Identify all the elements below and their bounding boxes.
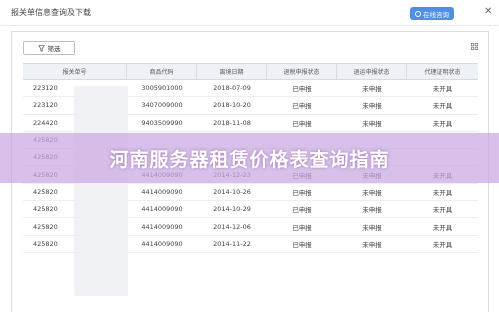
col-header-return-status[interactable]: 退运申报状态 [337, 64, 407, 79]
tax-refund-status-cell: 已申报 [292, 85, 312, 94]
commodity-code-cell: 4414009090 [141, 205, 183, 214]
banner-text: 河南服务器租赁价格表查询指南 [109, 148, 390, 171]
commodity-code-cell: 9403509990 [141, 118, 183, 127]
window-title: 报关单信息查询及下载 [11, 8, 91, 17]
commodity-code-cell: 4414009090 [141, 239, 183, 248]
tax-refund-status-cell: 已申报 [292, 188, 312, 197]
tax-refund-status-cell: 已申报 [292, 119, 312, 128]
return-status-cell: 未申报 [362, 206, 382, 215]
watermark-banner: 河南服务器租赁价格表查询指南 [0, 133, 499, 183]
title-bar: 报关单信息查询及下载 在线咨询 ✕ [0, 0, 499, 26]
departure-date-cell: 2018-10-20 [213, 101, 251, 110]
agency-cert-status-cell: 未开具 [432, 119, 453, 128]
filter-icon [37, 44, 45, 52]
agency-cert-status-cell: 未开具 [432, 223, 453, 232]
departure-date-cell: 2018-11-08 [213, 118, 251, 127]
col-header-tax-refund-status[interactable]: 退税申报状态 [267, 64, 337, 79]
commodity-code-cell: 3407009000 [141, 101, 183, 110]
agency-cert-status-cell: 未开具 [432, 188, 453, 197]
departure-date-cell: 2014-11-22 [213, 239, 251, 248]
return-status-cell: 未申报 [362, 240, 382, 249]
commodity-code-cell: 4414009090 [141, 187, 183, 196]
table-header: 报关单号 商品代码 离境日期 退税申报状态 退运申报状态 代理证明状态 [23, 63, 478, 80]
tax-refund-status-cell: 已申报 [292, 102, 312, 111]
online-consult-label: 在线咨询 [423, 10, 449, 19]
col-header-commodity-code[interactable]: 商品代码 [127, 64, 197, 79]
tax-refund-status-cell: 已申报 [292, 240, 312, 249]
commodity-code-cell: 3005901000 [141, 84, 183, 93]
return-status-cell: 未申报 [362, 85, 382, 94]
online-consult-button[interactable]: 在线咨询 [410, 7, 454, 20]
return-status-cell: 未申报 [362, 223, 382, 232]
filter-button[interactable]: 筛选 [23, 41, 75, 55]
return-status-cell: 未申报 [362, 188, 382, 197]
return-status-cell: 未申报 [362, 102, 382, 111]
col-header-departure-date[interactable]: 离境日期 [197, 64, 267, 79]
tax-refund-status-cell: 已申报 [292, 223, 312, 232]
commodity-code-cell: 4414009090 [141, 222, 183, 231]
departure-date-cell: 2018-07-09 [213, 84, 251, 93]
departure-date-cell: 2014-12-06 [213, 222, 251, 231]
agency-cert-status-cell: 未开具 [432, 102, 453, 111]
col-header-declaration-no[interactable]: 报关单号 [23, 64, 127, 79]
column-settings-icon[interactable] [471, 43, 478, 50]
return-status-cell: 未申报 [362, 119, 382, 128]
tax-refund-status-cell: 已申报 [292, 206, 312, 215]
agency-cert-status-cell: 未开具 [432, 240, 453, 249]
redacted-area [74, 86, 128, 296]
departure-date-cell: 2014-10-26 [213, 187, 251, 196]
agency-cert-status-cell: 未开具 [432, 206, 453, 215]
agency-cert-status-cell: 未开具 [432, 85, 453, 94]
col-header-agency-cert-status[interactable]: 代理证明状态 [407, 64, 478, 79]
filter-label: 筛选 [47, 45, 61, 53]
chat-icon [415, 10, 421, 17]
departure-date-cell: 2014-10-29 [213, 205, 251, 214]
close-icon[interactable]: ✕ [484, 6, 492, 18]
